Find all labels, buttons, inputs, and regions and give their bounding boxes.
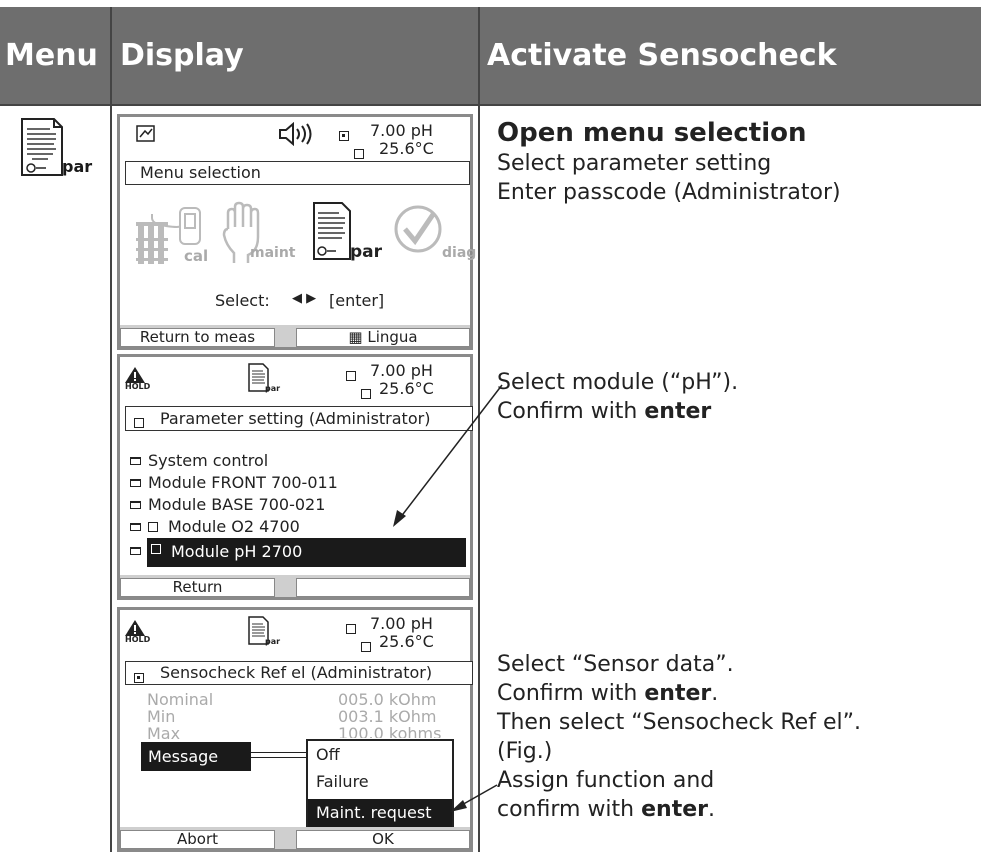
instruction-block-2: Select module (“pH”). Confirm with enter	[497, 368, 738, 426]
instruction-line: Confirm with enter.	[497, 681, 719, 706]
instruction-line: Enter passcode (Administrator)	[497, 180, 841, 205]
instruction-block-3: Select “Sensor data”. Confirm with enter…	[497, 650, 861, 824]
instruction-line: confirm with enter.	[497, 797, 715, 822]
instruction-line: Assign function and	[497, 768, 715, 793]
instruction-line: Select module (“pH”).	[497, 370, 739, 395]
instruction-line: (Fig.)	[497, 739, 553, 764]
instruction-line: Confirm with enter	[497, 399, 712, 424]
instruction-line: Select parameter setting	[497, 151, 772, 176]
instruction-block-1: Open menu selection Select parameter set…	[497, 117, 841, 207]
instruction-line: Select “Sensor data”.	[497, 652, 734, 677]
instruction-heading: Open menu selection	[497, 118, 807, 148]
instruction-line: Then select “Sensocheck Ref el”.	[497, 710, 861, 735]
